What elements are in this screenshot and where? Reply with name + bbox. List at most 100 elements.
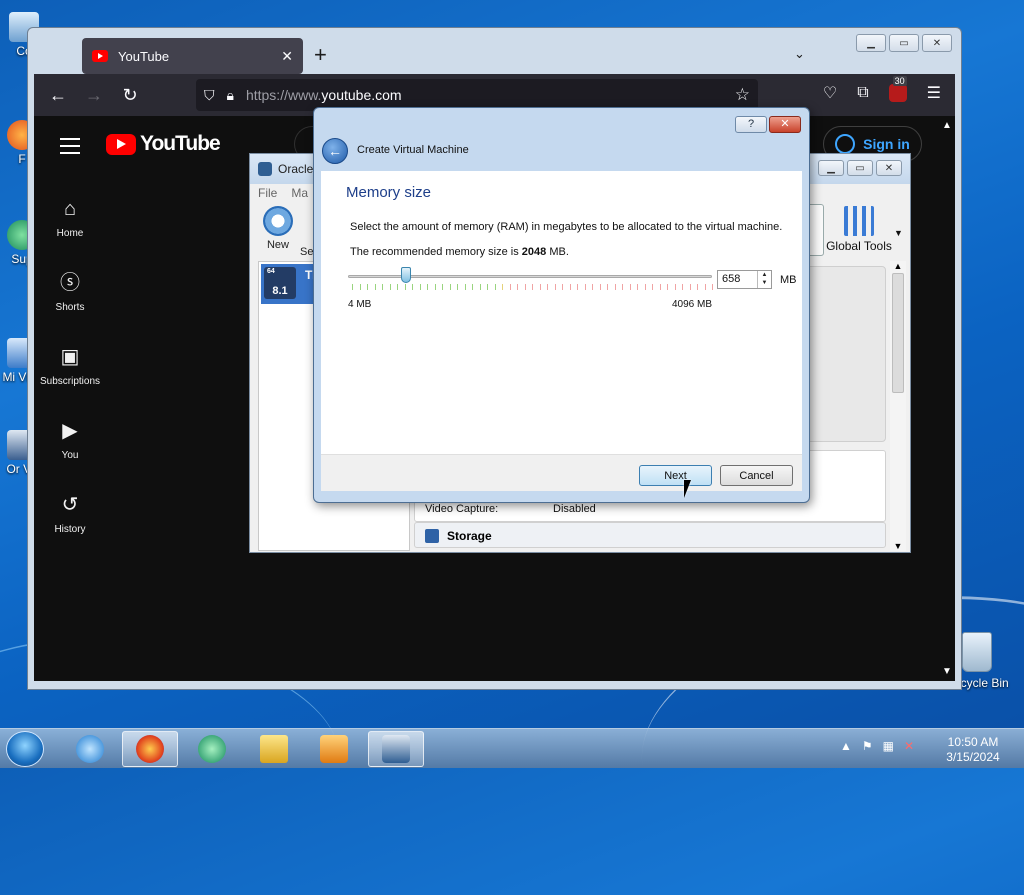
slider-tick [607,284,608,290]
dialog-close-button[interactable]: ✕ [769,116,801,133]
memory-slider-ticks [352,284,713,291]
slider-tick [554,284,556,290]
system-clock[interactable]: 10:50 AM 3/15/2024 [934,735,1012,765]
slider-tick [517,284,518,290]
tracking-shield-icon[interactable]: ⛉ [204,87,215,104]
taskbar-explorer[interactable] [246,731,302,767]
tab-bar: YouTube ✕ + ⌄ ▁ ▭ ✕ [34,32,955,76]
sidebar-item-you[interactable]: ▶ You [34,420,106,461]
action-center-flag-icon[interactable]: ⚑ [862,739,873,753]
slider-tick [637,284,638,290]
next-button[interactable]: Next [639,465,712,486]
lock-icon[interactable]: 🔒︎ [227,87,234,104]
slider-tick [397,284,398,290]
slider-tick [434,284,436,290]
slider-tick [412,284,413,290]
you-library-icon: ▶ [62,420,78,442]
scroll-down-arrow-icon[interactable]: ▼ [939,666,955,677]
settings-button[interactable]: Se [300,246,313,258]
taskbar-internet-explorer[interactable] [62,731,118,767]
slider-tick [547,284,548,290]
slider-max-label: 4096 MB [672,299,713,310]
slider-tick [532,284,533,290]
taskbar: ▲ ⚑ ▦ ✕ 10:50 AM 3/15/2024 [0,728,1024,768]
back-arrow-icon[interactable]: ← [46,84,70,106]
vbm-close-button[interactable]: ✕ [876,160,902,176]
taskbar-firefox[interactable] [122,731,178,767]
new-vm-button[interactable]: New [258,206,298,251]
reload-icon[interactable]: ↻ [118,84,142,106]
cancel-button[interactable]: Cancel [720,465,793,486]
slider-tick [569,284,571,290]
scroll-thumb[interactable] [892,273,904,393]
hamburger-menu-icon[interactable]: ☰ [927,83,941,103]
vbm-window-controls: ▁ ▭ ✕ [818,160,902,176]
show-hidden-icons-chevron-up-icon[interactable]: ▲ [840,739,852,753]
new-tab-button[interactable]: + [314,44,327,66]
video-capture-label: Video Capture: [425,503,499,515]
sidebar-item-home[interactable]: ⌂ Home [34,198,106,239]
storage-section-header[interactable]: Storage [414,522,886,548]
minimize-button[interactable]: ▁ [856,34,886,52]
sidebar-item-subscriptions[interactable]: ▣ Subscriptions [34,346,106,387]
network-icon[interactable]: ▦ [883,739,894,753]
account-circle-icon [835,134,856,154]
list-all-tabs-chevron-down-icon[interactable]: ⌄ [794,46,805,62]
spin-down-icon[interactable]: ▼ [758,279,771,287]
slider-tick [427,284,428,290]
slider-tick [667,284,668,290]
slider-tick [479,284,481,290]
help-button[interactable]: ? [735,116,767,133]
slider-tick [599,284,601,290]
guide-menu-icon[interactable] [60,138,80,159]
extensions-puzzle-icon[interactable]: ⧉ [857,84,868,102]
folder-icon [260,735,288,763]
tab-youtube[interactable]: YouTube ✕ [82,38,303,74]
sidebar-item-history[interactable]: ↺ History [34,494,106,535]
scroll-up-arrow-icon[interactable]: ▲ [939,120,955,131]
home-icon: ⌂ [63,198,77,220]
slider-tick [674,284,676,290]
start-button[interactable] [6,731,44,767]
slider-tick [472,284,473,290]
slider-tick [404,284,406,290]
page-title: Memory size [346,184,432,201]
dialog-body: Memory size Select the amount of memory … [321,171,802,491]
new-starburst-icon [263,206,293,236]
menu-file[interactable]: File [258,186,277,200]
spinbox-arrows[interactable]: ▲ ▼ [757,271,771,288]
slider-tick [442,284,443,290]
details-scrollbar[interactable]: ▲ ▼ [890,261,906,551]
slider-tick [622,284,623,290]
vbm-minimize-button[interactable]: ▁ [818,160,844,176]
create-vm-dialog: ? ✕ ← Create Virtual Machine Memory size… [313,107,810,503]
global-tools-dropdown-icon[interactable]: ▼ [894,228,903,238]
vbm-maximize-button[interactable]: ▭ [847,160,873,176]
memory-slider-handle[interactable] [401,267,412,283]
slider-tick [682,284,683,290]
taskbar-virtualbox[interactable] [368,731,424,767]
youtube-play-logo-icon [106,133,136,155]
slider-tick [449,284,451,290]
back-arrow-icon[interactable]: ← [322,138,348,164]
youtube-logo[interactable]: YouTube [106,132,221,156]
volume-muted-icon[interactable]: ✕ [904,739,914,753]
close-window-button[interactable]: ✕ [922,34,952,52]
slider-tick [382,284,383,290]
ublock-extension-icon[interactable]: 30 [888,76,907,102]
close-tab-icon[interactable]: ✕ [281,48,293,65]
scroll-down-arrow-icon[interactable]: ▼ [890,541,906,551]
sidebar-item-shorts[interactable]: ⓢ Shorts [34,272,106,313]
firefox-icon [136,735,164,763]
maximize-button[interactable]: ▭ [889,34,919,52]
taskbar-media-player[interactable] [306,731,362,767]
scroll-up-arrow-icon[interactable]: ▲ [890,261,906,271]
pocket-icon[interactable]: ♡ [823,83,837,103]
taskbar-support-app[interactable] [184,731,240,767]
global-tools-button[interactable]: Global Tools [816,206,902,253]
bookmark-star-icon[interactable]: ☆ [735,85,750,105]
menu-machine[interactable]: Ma [291,186,308,200]
spin-up-icon[interactable]: ▲ [758,271,771,279]
forward-arrow-icon[interactable]: → [82,84,106,106]
page-scrollbar[interactable]: ▲ ▼ [939,116,955,681]
